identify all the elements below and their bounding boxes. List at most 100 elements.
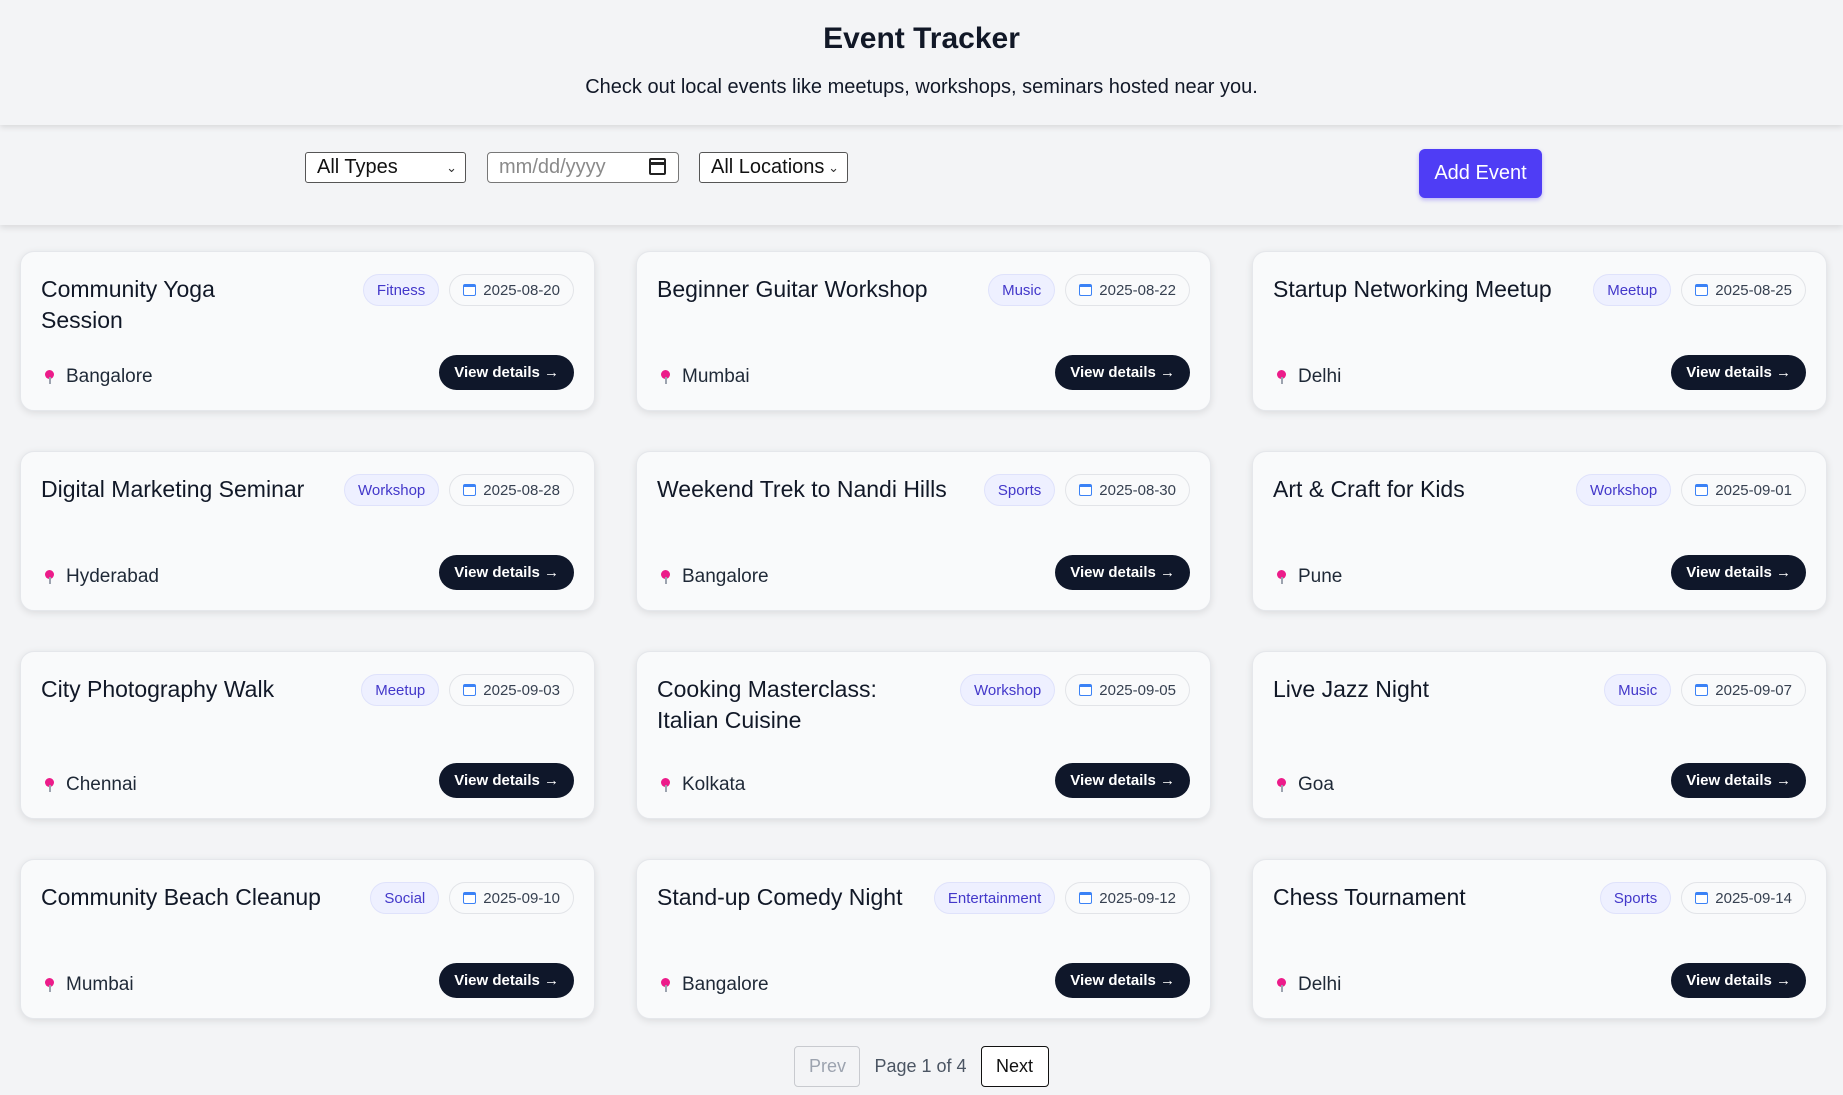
event-date-badge: 2025-08-28 [449,474,574,506]
event-type-badge: Music [988,274,1056,306]
type-filter-select[interactable]: All Types ⌄ [305,152,466,183]
event-card: Chess Tournament Sports 2025-09-14 Delhi… [1252,859,1827,1019]
event-title: Chess Tournament [1273,884,1466,910]
event-card: Beginner Guitar Workshop Music 2025-08-2… [636,251,1211,411]
event-location-label: Goa [1298,774,1334,795]
event-badges: Fitness 2025-08-20 [362,274,574,306]
event-card: Community Beach Cleanup Social 2025-09-1… [20,859,595,1019]
view-details-button[interactable]: View details → [1055,963,1190,998]
event-badges: Workshop 2025-09-05 [960,674,1190,706]
pin-icon [1277,570,1286,584]
event-location: Delhi [1277,974,1341,996]
event-grid: Community Yoga Session Fitness 2025-08-2… [20,251,1828,1059]
event-card: Community Yoga Session Fitness 2025-08-2… [20,251,595,411]
prev-page-button[interactable]: Prev [794,1046,861,1087]
event-badges: Sports 2025-09-14 [1599,882,1806,914]
event-badges: Music 2025-09-07 [1604,674,1806,706]
date-filter-placeholder: mm/dd/yyyy [499,156,606,178]
page-subtitle: Check out local events like meetups, wor… [585,76,1258,98]
event-date: 2025-08-30 [1099,481,1176,499]
event-title: Weekend Trek to Nandi Hills [657,476,947,502]
event-date: 2025-09-12 [1099,889,1176,907]
event-type-badge: Social [370,882,440,914]
calendar-icon [1695,684,1709,696]
pin-icon [45,778,54,792]
event-location-label: Mumbai [682,366,750,387]
event-date: 2025-09-14 [1715,889,1792,907]
view-details-button[interactable]: View details → [1055,555,1190,590]
event-title: Live Jazz Night [1273,676,1429,702]
event-badges: Workshop 2025-08-28 [344,474,574,506]
event-card: Weekend Trek to Nandi Hills Sports 2025-… [636,451,1211,611]
event-date-badge: 2025-08-22 [1065,274,1190,306]
calendar-icon [463,892,477,904]
view-details-button[interactable]: View details → [1055,763,1190,798]
event-badges: Meetup 2025-08-25 [1593,274,1806,306]
view-details-button[interactable]: View details → [439,963,574,998]
event-date: 2025-08-20 [483,281,560,299]
event-location-label: Pune [1298,566,1343,587]
event-title: Digital Marketing Seminar [41,476,305,502]
event-type-badge: Workshop [1576,474,1672,506]
event-card: Live Jazz Night Music 2025-09-07 Goa Vie… [1252,651,1827,819]
view-details-button[interactable]: View details → [439,555,574,590]
pin-icon [661,978,670,992]
calendar-icon [1079,684,1093,696]
calendar-icon [1079,892,1093,904]
event-type-badge: Meetup [361,674,440,706]
event-date: 2025-09-10 [483,889,560,907]
event-location: Chennai [45,774,137,796]
view-details-button[interactable]: View details → [1671,555,1806,590]
add-event-button[interactable]: Add Event [1419,149,1542,198]
chevron-down-icon: ⌄ [828,159,839,175]
filter-bar: All Types ⌄ mm/dd/yyyy All Locations ⌄ A… [0,125,1843,225]
event-card: Cooking Masterclass: Italian Cuisine Wor… [636,651,1211,819]
event-type-badge: Meetup [1593,274,1672,306]
event-location: Pune [1277,566,1342,588]
view-details-button[interactable]: View details → [1055,355,1190,390]
date-filter-input[interactable]: mm/dd/yyyy [487,152,679,183]
pin-icon [661,370,670,384]
event-location: Mumbai [45,974,134,996]
event-type-badge: Workshop [344,474,440,506]
pin-icon [661,570,670,584]
view-details-button[interactable]: View details → [1671,963,1806,998]
pin-icon [1277,978,1286,992]
view-details-button[interactable]: View details → [439,355,574,390]
calendar-icon [463,684,477,696]
event-type-badge: Fitness [362,274,440,306]
event-title: Cooking Masterclass: Italian Cuisine [657,676,877,733]
event-card: Startup Networking Meetup Meetup 2025-08… [1252,251,1827,411]
event-type-badge: Sports [1599,882,1672,914]
event-date-badge: 2025-08-25 [1681,274,1806,306]
event-date-badge: 2025-08-30 [1065,474,1190,506]
event-location: Goa [1277,774,1334,796]
event-location-label: Chennai [66,774,137,795]
view-details-button[interactable]: View details → [1671,355,1806,390]
event-badges: Entertainment 2025-09-12 [933,882,1190,914]
event-title: Community Beach Cleanup [41,884,321,910]
event-title: City Photography Walk [41,676,275,702]
event-card: Digital Marketing Seminar Workshop 2025-… [20,451,595,611]
event-title: Beginner Guitar Workshop [657,276,928,302]
view-details-button[interactable]: View details → [439,763,574,798]
event-location: Delhi [1277,366,1341,388]
calendar-icon [1079,484,1093,496]
event-location-label: Delhi [1298,366,1342,387]
event-type-badge: Music [1604,674,1672,706]
calendar-icon [1695,892,1709,904]
calendar-icon[interactable] [649,158,666,175]
location-filter-select[interactable]: All Locations ⌄ [699,152,848,183]
next-page-button[interactable]: Next [980,1046,1049,1087]
pin-icon [1277,370,1286,384]
event-type-badge: Workshop [960,674,1056,706]
event-date-badge: 2025-09-14 [1681,882,1806,914]
event-location-label: Bangalore [682,974,769,995]
chevron-down-icon: ⌄ [446,159,457,175]
view-details-button[interactable]: View details → [1671,763,1806,798]
pin-icon [1277,778,1286,792]
event-title: Stand-up Comedy Night [657,884,903,910]
event-location: Bangalore [45,366,153,388]
event-location-label: Kolkata [682,774,746,795]
page-indicator: Page 1 of 4 [874,1056,967,1076]
